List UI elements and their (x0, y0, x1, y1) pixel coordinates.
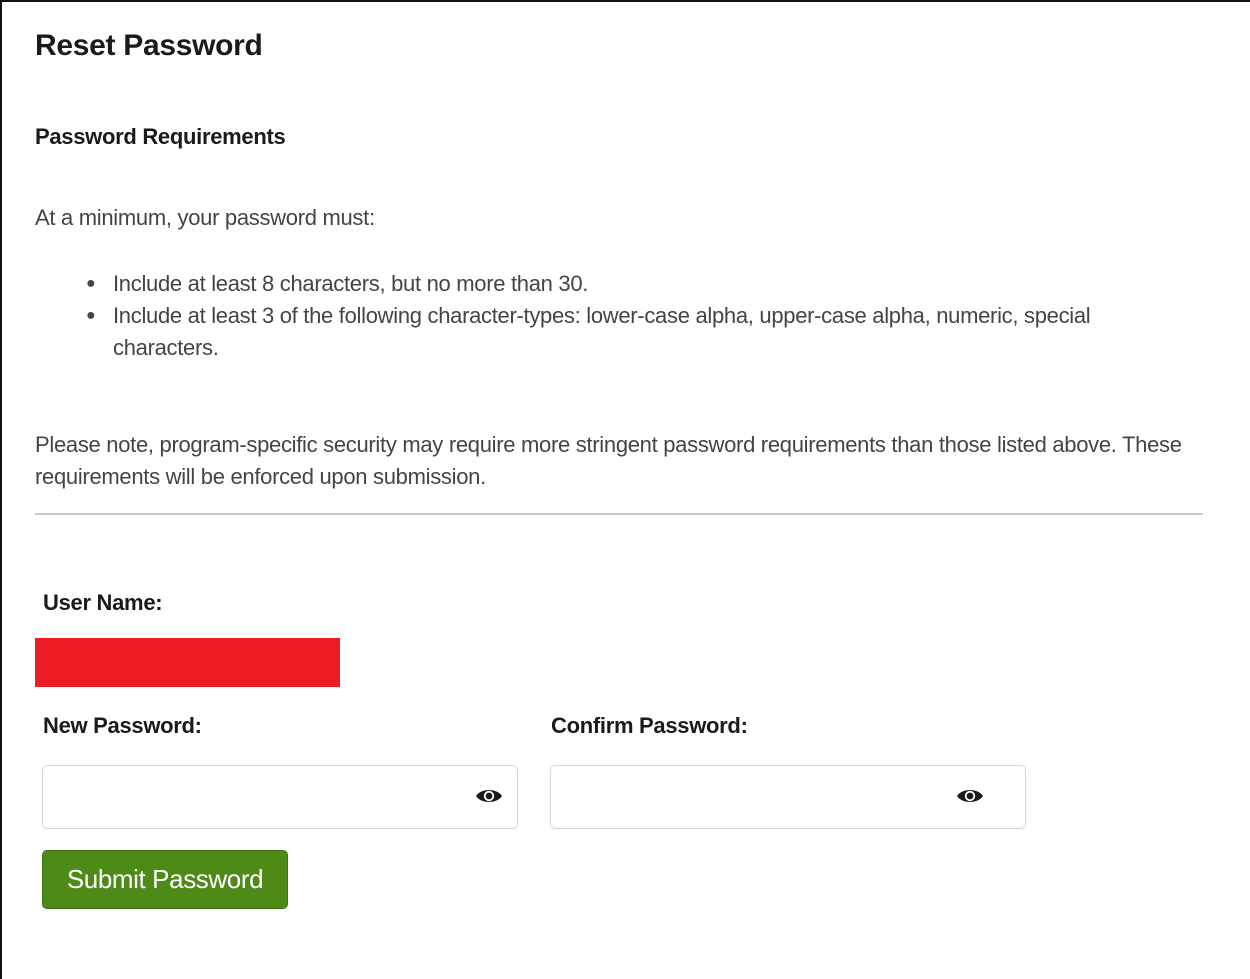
requirement-text: Include at least 3 of the following char… (113, 303, 1091, 360)
username-label: User Name: (43, 590, 163, 615)
submit-password-button[interactable]: Submit Password (42, 850, 288, 909)
page-title: Reset Password (35, 29, 263, 62)
new-password-label: New Password: (43, 713, 202, 738)
confirm-password-input[interactable] (561, 774, 945, 822)
bullet-icon: ● (86, 307, 96, 324)
eye-icon[interactable] (475, 786, 503, 806)
list-item: ● Include at least 3 of the following ch… (86, 300, 1175, 364)
confirm-password-field (550, 765, 1026, 829)
bullet-icon: ● (86, 275, 96, 292)
requirements-list: ● Include at least 8 characters, but no … (35, 268, 1175, 364)
requirements-note: Please note, program-specific security m… (35, 432, 1182, 489)
eye-icon[interactable] (956, 786, 984, 806)
divider (35, 513, 1203, 515)
requirements-heading: Password Requirements (35, 124, 286, 149)
username-value-redacted (35, 638, 340, 687)
page-frame: Reset Password Password Requirements At … (0, 0, 1250, 979)
new-password-field (42, 765, 518, 829)
confirm-password-label: Confirm Password: (551, 713, 748, 738)
new-password-input[interactable] (53, 774, 437, 822)
requirement-text: Include at least 8 characters, but no mo… (113, 271, 589, 296)
list-item: ● Include at least 8 characters, but no … (86, 268, 1175, 300)
requirements-intro: At a minimum, your password must: (35, 205, 375, 230)
